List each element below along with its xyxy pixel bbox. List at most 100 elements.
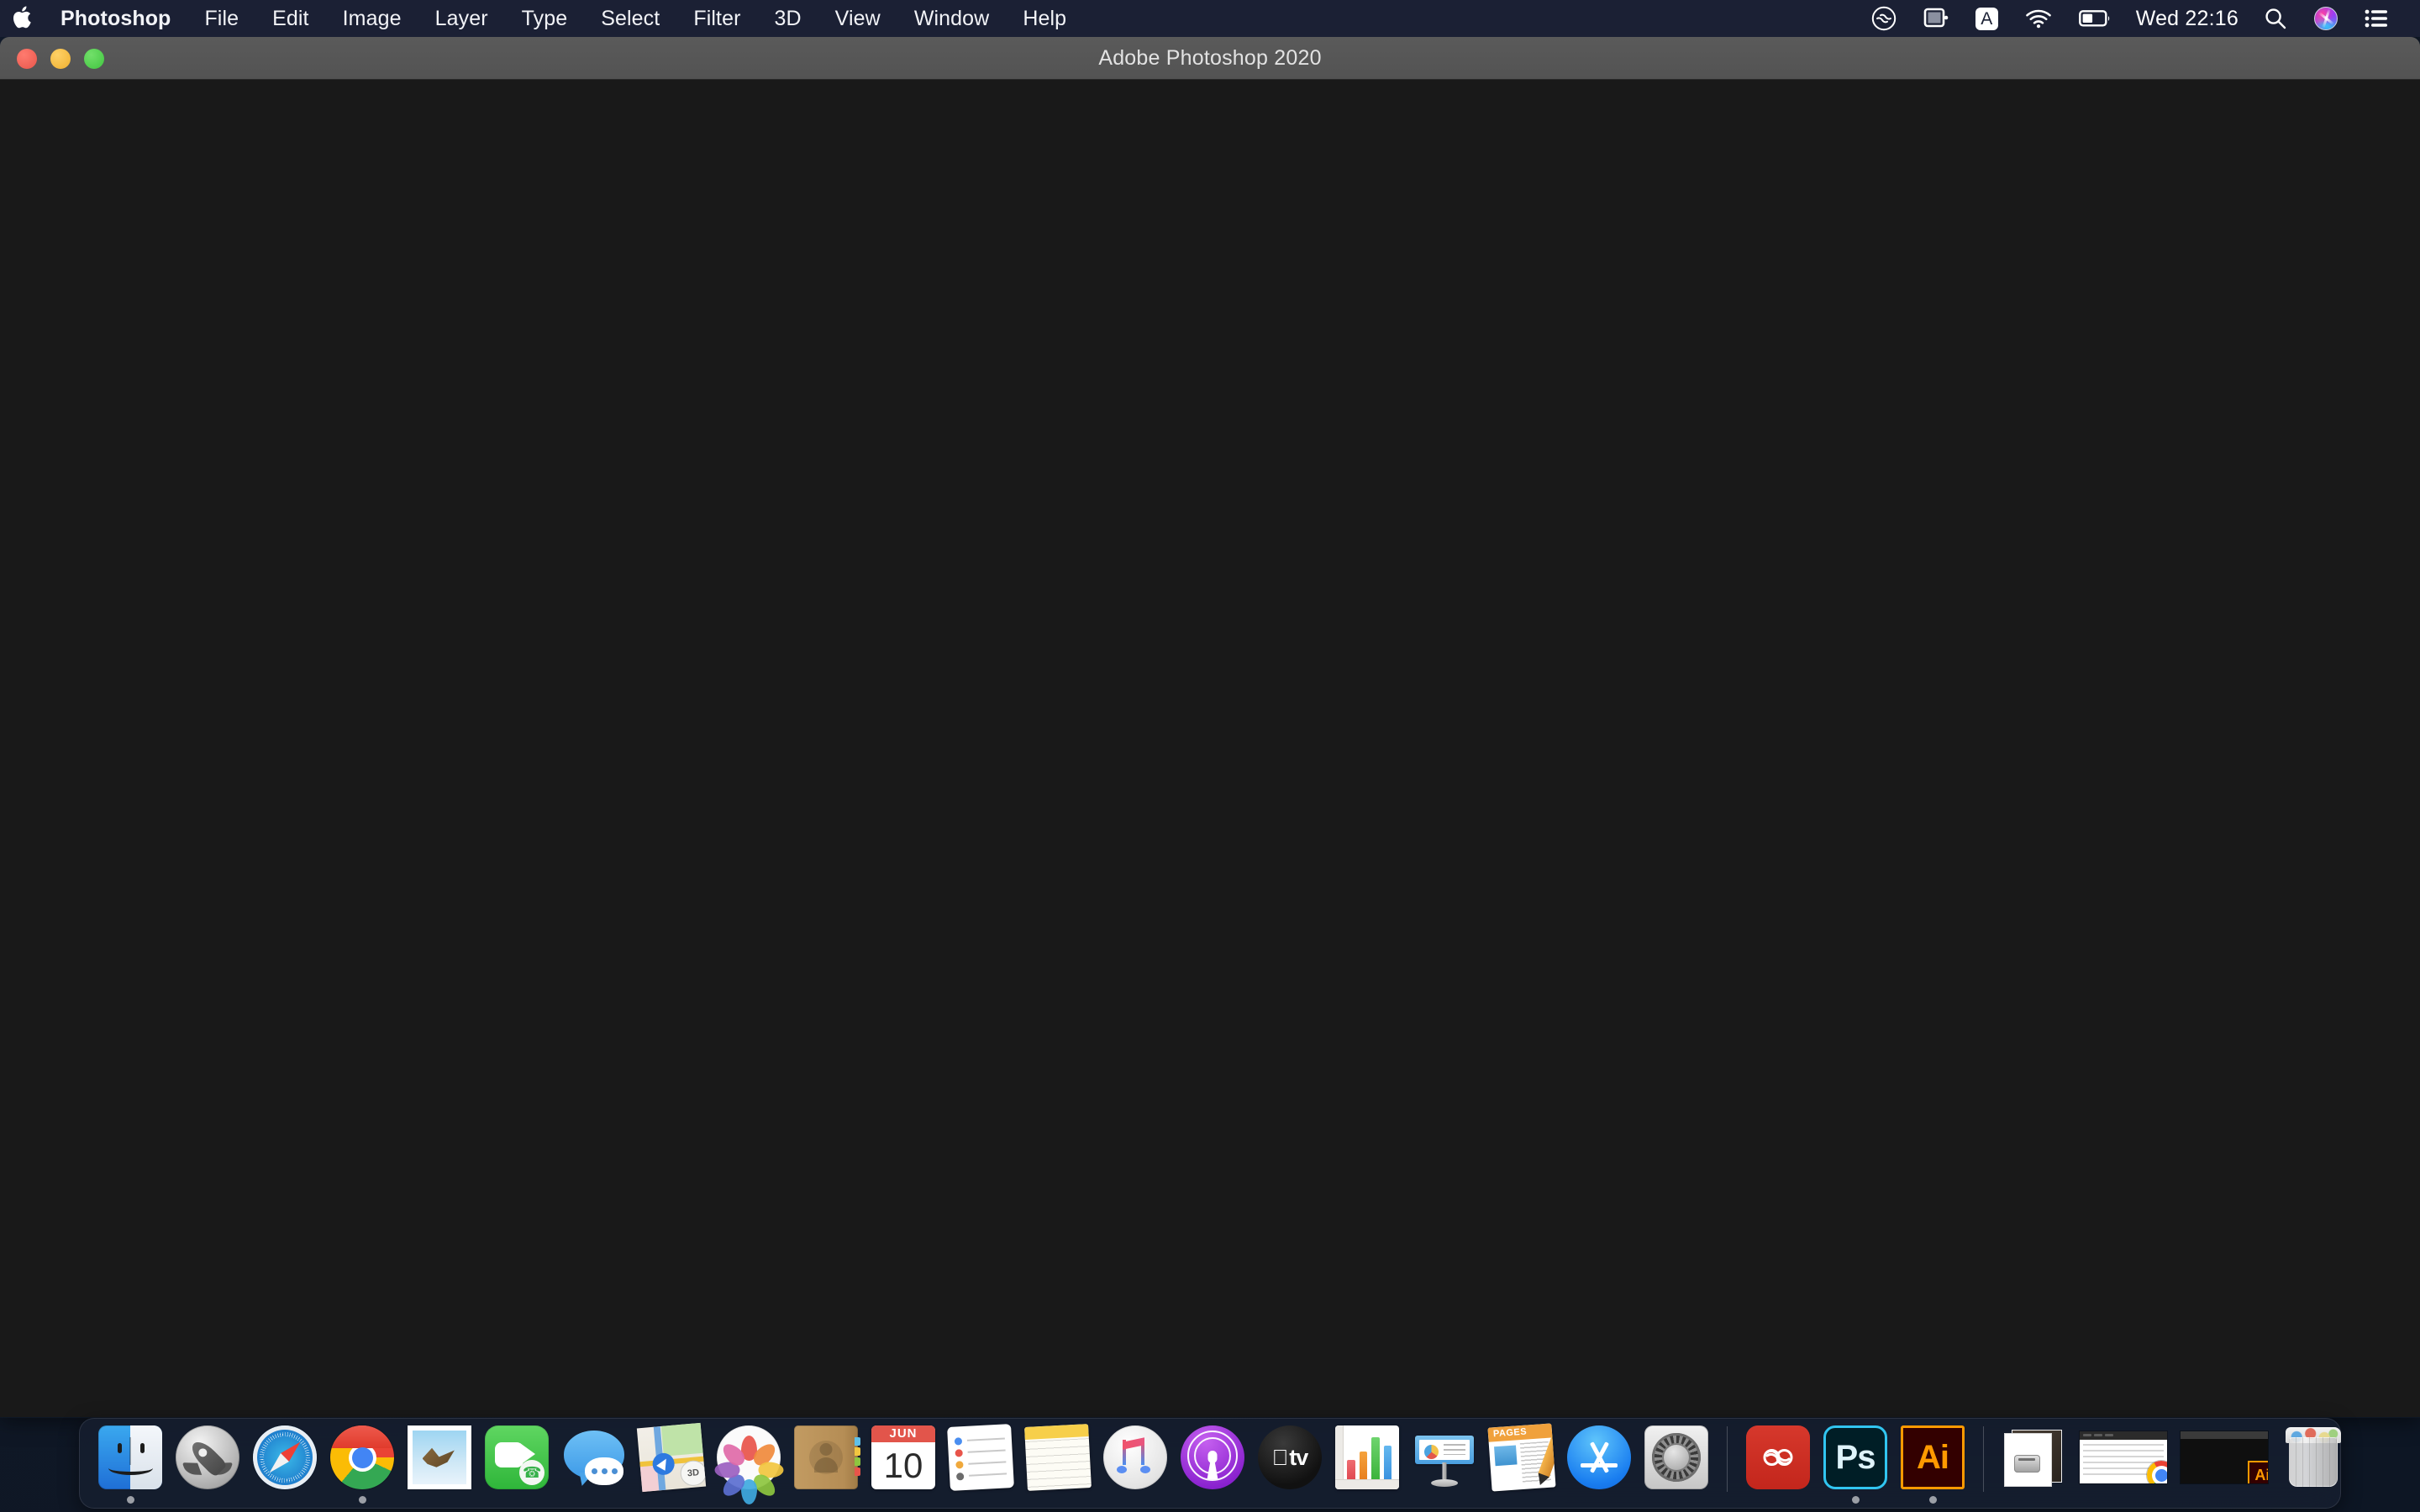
menu-item-image[interactable]: Image — [326, 0, 418, 37]
menu-item-layer[interactable]: Layer — [418, 0, 505, 37]
pages-icon: PAGES — [1487, 1423, 1556, 1492]
dock-item-creative-cloud[interactable] — [1739, 1425, 1817, 1509]
calendar-month: JUN — [871, 1425, 935, 1442]
creative-cloud-icon — [1745, 1425, 1811, 1490]
dock-item-notes[interactable] — [1019, 1424, 1097, 1509]
dock-item-messages[interactable] — [555, 1425, 633, 1509]
notes-icon — [1024, 1424, 1092, 1491]
maximize-button[interactable] — [84, 48, 104, 69]
itunes-icon — [1102, 1425, 1168, 1490]
dock: ☎ 3D JUN 10 tv PAGES P s Ai Ai — [79, 1418, 2342, 1509]
dock-item-illustrator[interactable]: Ai — [1894, 1425, 1971, 1509]
dock-item-contacts[interactable] — [787, 1425, 865, 1509]
minimize-button[interactable] — [50, 48, 71, 69]
mail-icon — [407, 1425, 472, 1490]
safari-icon — [252, 1425, 318, 1490]
dock-item-keynote[interactable] — [1406, 1425, 1483, 1509]
running-indicator — [1928, 1496, 1937, 1504]
trash-icon — [2281, 1425, 2346, 1490]
menu-item-edit[interactable]: Edit — [255, 0, 325, 37]
dock-item-launchpad[interactable] — [169, 1425, 246, 1509]
podcasts-icon — [1180, 1425, 1245, 1490]
numbers-icon — [1334, 1425, 1400, 1490]
running-indicator — [1851, 1496, 1860, 1504]
menu-bar-status-area: A Wed 22:16 — [1858, 0, 2420, 37]
dock-item-mail[interactable] — [401, 1425, 478, 1509]
menu-item-filter[interactable]: Filter — [676, 0, 757, 37]
input-source-label: A — [1975, 7, 1998, 30]
dock-item-safari[interactable] — [246, 1425, 324, 1509]
dock-item-finder[interactable] — [92, 1425, 169, 1509]
creative-cloud-icon[interactable] — [1858, 0, 1910, 37]
wifi-icon[interactable] — [2012, 0, 2065, 37]
battery-icon[interactable] — [2065, 0, 2124, 37]
maps-3d-label: 3D — [679, 1459, 707, 1488]
menu-item-select[interactable]: Select — [584, 0, 676, 37]
photoshop-empty-workspace[interactable] — [0, 80, 2420, 1417]
maps-icon: 3D — [636, 1422, 707, 1493]
dock-item-appstore[interactable] — [1560, 1425, 1638, 1509]
menu-item-type[interactable]: Type — [505, 0, 585, 37]
dock-item-photoshop[interactable]: Ps — [1817, 1425, 1894, 1509]
keynote-icon — [1412, 1425, 1477, 1490]
dock-item-chrome[interactable] — [324, 1425, 401, 1509]
dock-item-downloads[interactable] — [1996, 1425, 2073, 1509]
screen-mirroring-icon[interactable] — [1910, 0, 1962, 37]
dock-item-photos[interactable] — [710, 1425, 787, 1509]
menu-item-help[interactable]: Help — [1006, 0, 1083, 37]
siri-icon[interactable] — [2301, 0, 2351, 37]
appstore-icon — [1566, 1425, 1632, 1490]
siri-orb — [2314, 7, 2338, 30]
menu-bar: Photoshop File Edit Image Layer Type Sel… — [0, 0, 2420, 37]
minimized-illustrator-window-icon: Ai — [2178, 1425, 2270, 1490]
calendar-day: 10 — [883, 1445, 923, 1485]
close-button[interactable] — [17, 48, 37, 69]
launchpad-icon — [175, 1425, 240, 1490]
dock-item-reminders[interactable] — [942, 1424, 1019, 1509]
control-center-icon[interactable] — [2351, 0, 2402, 37]
spotlight-search-icon[interactable] — [2250, 0, 2301, 37]
dock-item-itunes[interactable] — [1097, 1425, 1174, 1509]
dock-item-minimized-illustrator[interactable]: Ai — [2174, 1425, 2275, 1509]
messages-icon — [561, 1425, 627, 1490]
running-indicator — [126, 1496, 134, 1504]
appletv-icon: tv — [1257, 1425, 1323, 1490]
dock-item-maps[interactable]: 3D — [633, 1422, 710, 1509]
input-source-icon[interactable]: A — [1962, 0, 2012, 37]
menu-item-file[interactable]: File — [187, 0, 255, 37]
photos-icon — [714, 1425, 783, 1504]
dock-item-calendar[interactable]: JUN 10 — [865, 1425, 942, 1509]
facetime-icon: ☎ — [484, 1425, 550, 1490]
menu-item-photoshop[interactable]: Photoshop — [44, 0, 187, 37]
dock-separator-1 — [1727, 1426, 1728, 1492]
dock-item-facetime[interactable]: ☎ — [478, 1425, 555, 1509]
contacts-icon — [793, 1425, 860, 1490]
dock-item-pages[interactable]: PAGES — [1483, 1423, 1560, 1509]
illustrator-icon: Ai — [1900, 1425, 1965, 1490]
window-title-bar[interactable]: Adobe Photoshop 2020 — [0, 37, 2420, 80]
dock-item-numbers[interactable] — [1328, 1425, 1406, 1509]
photoshop-window: Adobe Photoshop 2020 — [0, 37, 2420, 1418]
minimized-chrome-window-icon — [2077, 1425, 2170, 1490]
dock-item-system-preferences[interactable] — [1638, 1425, 1715, 1509]
running-indicator — [358, 1496, 366, 1504]
dock-item-minimized-chrome[interactable] — [2073, 1425, 2174, 1509]
dock-item-appletv[interactable]: tv — [1251, 1425, 1328, 1509]
menu-item-3d[interactable]: 3D — [758, 0, 818, 37]
traffic-light-buttons — [17, 37, 104, 80]
illustrator-label: Ai — [1901, 1425, 1965, 1489]
apple-logo-icon[interactable] — [0, 0, 44, 37]
photoshop-icon: Ps — [1823, 1425, 1888, 1490]
photoshop-label-p: P — [1835, 1439, 1859, 1476]
appletv-label: tv — [1281, 1444, 1308, 1470]
dock-item-trash[interactable] — [2275, 1425, 2352, 1509]
dock-item-podcasts[interactable] — [1174, 1425, 1251, 1509]
menu-item-window[interactable]: Window — [897, 0, 1007, 37]
menu-bar-left: Photoshop File Edit Image Layer Type Sel… — [0, 0, 1083, 37]
menu-item-view[interactable]: View — [818, 0, 897, 37]
chrome-icon — [329, 1425, 395, 1490]
menu-bar-clock[interactable]: Wed 22:16 — [2124, 7, 2250, 31]
dock-separator-2 — [1983, 1426, 1984, 1492]
downloads-stack-icon — [2002, 1425, 2067, 1490]
reminders-icon — [947, 1424, 1014, 1491]
